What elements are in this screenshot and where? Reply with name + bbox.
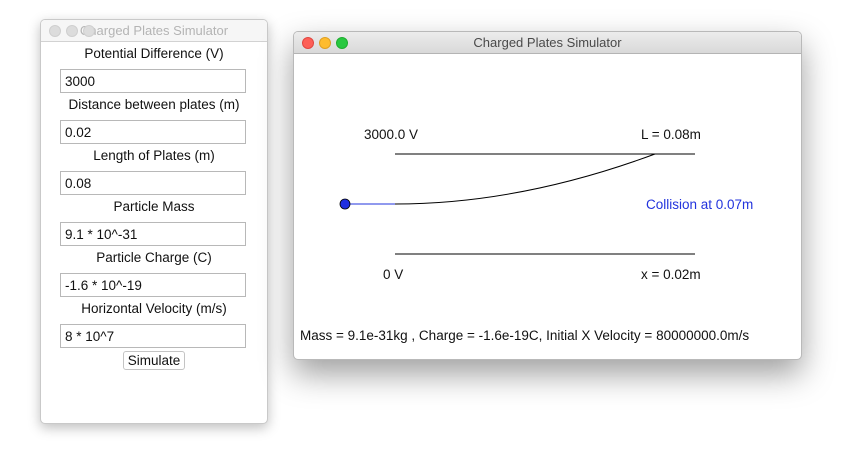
minimize-button[interactable]: [66, 25, 78, 37]
potential-difference-input[interactable]: [60, 69, 246, 93]
plate-length-readout: L = 0.08m: [641, 127, 701, 142]
field-group-potential: Potential Difference (V): [41, 44, 267, 93]
close-button[interactable]: [302, 37, 314, 49]
plate-distance-readout: x = 0.02m: [641, 267, 701, 282]
particle-charge-input[interactable]: [60, 273, 246, 297]
plate-distance-label: Distance between plates (m): [68, 97, 240, 112]
simulate-button[interactable]: Simulate: [122, 351, 186, 370]
input-panel-title: Charged Plates Simulator: [79, 23, 229, 38]
potential-difference-label: Potential Difference (V): [84, 46, 224, 61]
simulation-canvas: 3000.0 V L = 0.08m Collision at 0.07m 0 …: [294, 54, 801, 359]
field-group-mass: Particle Mass: [41, 197, 267, 246]
field-group-distance: Distance between plates (m): [41, 95, 267, 144]
field-group-length: Length of Plates (m): [41, 146, 267, 195]
simulation-titlebar: Charged Plates Simulator: [294, 32, 801, 54]
plate-length-input[interactable]: [60, 171, 246, 195]
input-panel-titlebar: Charged Plates Simulator: [41, 20, 267, 42]
simulation-title: Charged Plates Simulator: [473, 35, 622, 50]
particle-dot: [339, 198, 351, 210]
simulation-window: Charged Plates Simulator 3000.0 V L = 0.…: [293, 31, 802, 360]
plate-distance-input[interactable]: [60, 120, 246, 144]
close-button[interactable]: [49, 25, 61, 37]
zoom-button[interactable]: [336, 37, 348, 49]
horizontal-velocity-input[interactable]: [60, 324, 246, 348]
particle-trajectory: [394, 153, 656, 205]
input-panel-window: Charged Plates Simulator Potential Diffe…: [40, 19, 268, 424]
particle-mass-input[interactable]: [60, 222, 246, 246]
minimize-button[interactable]: [319, 37, 331, 49]
bottom-plate-voltage: 0 V: [383, 267, 404, 282]
simulation-info-line: Mass = 9.1e-31kg , Charge = -1.6e-19C, I…: [300, 328, 750, 343]
top-plate-voltage: 3000.0 V: [364, 127, 419, 142]
zoom-button[interactable]: [83, 25, 95, 37]
horizontal-velocity-label: Horizontal Velocity (m/s): [81, 301, 227, 316]
field-group-charge: Particle Charge (C): [41, 248, 267, 297]
field-group-velocity: Horizontal Velocity (m/s): [41, 299, 267, 348]
particle-charge-label: Particle Charge (C): [96, 250, 212, 265]
collision-readout: Collision at 0.07m: [646, 197, 754, 212]
window-controls: [49, 25, 100, 37]
window-controls: [302, 37, 353, 49]
plate-length-label: Length of Plates (m): [93, 148, 215, 163]
particle-mass-label: Particle Mass: [113, 199, 195, 214]
